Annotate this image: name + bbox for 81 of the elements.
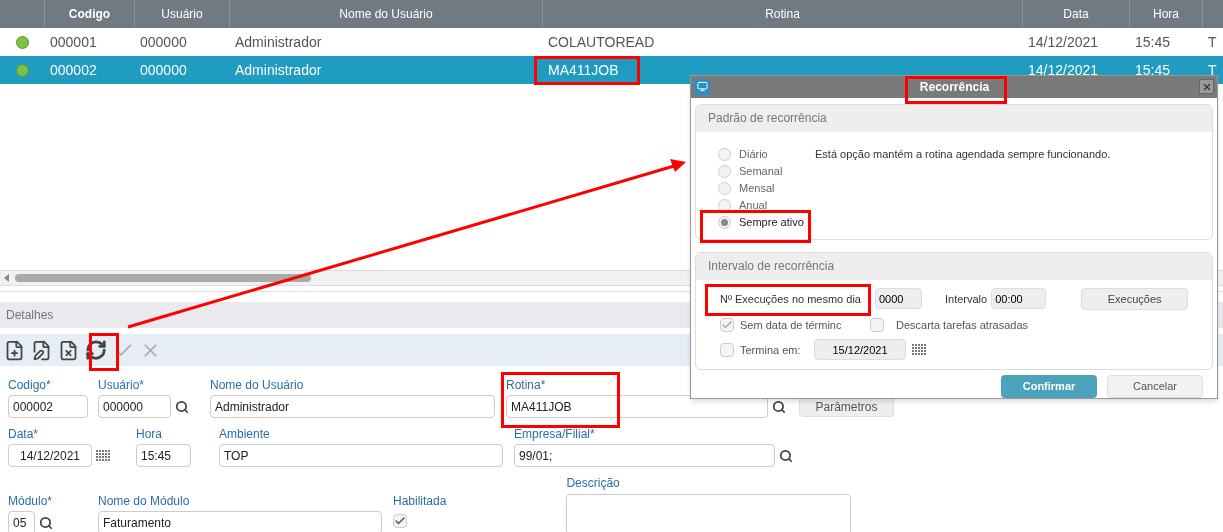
input-field[interactable]: Administrador xyxy=(210,395,495,418)
field-label: Ambiente xyxy=(219,427,271,441)
table-cell: 000000 xyxy=(140,61,187,78)
scrollbar-thumb[interactable] xyxy=(15,274,311,282)
field-label: Descrição xyxy=(566,476,621,490)
panel-title: Intervalo de recorrência xyxy=(708,258,835,276)
radio-button[interactable] xyxy=(718,215,731,229)
highlight-annotation xyxy=(89,333,119,371)
executions-button[interactable]: Execuções xyxy=(1081,287,1188,310)
input-field[interactable]: Faturamento xyxy=(98,511,382,532)
parameters-button[interactable]: Parâmetros xyxy=(799,397,894,417)
input-field[interactable]: 0000 xyxy=(875,288,922,310)
checkbox-label: Sem data de términc xyxy=(740,317,843,333)
radio-label: Anual xyxy=(739,198,768,214)
field-label: Nome do Módulo xyxy=(98,494,191,508)
checkbox[interactable] xyxy=(393,514,407,528)
panel-title: Padrão de recorrência xyxy=(708,110,827,128)
input-field[interactable]: 14/12/2021 xyxy=(8,444,92,467)
table-cell: 14/12/2021 xyxy=(1028,33,1099,50)
description-field[interactable] xyxy=(566,494,852,532)
field-label: Data* xyxy=(8,427,40,441)
radio-button[interactable] xyxy=(718,164,731,178)
field-label: Empresa/Filial* xyxy=(514,427,596,441)
table-cell: 000001 xyxy=(50,33,97,50)
calendar-icon[interactable] xyxy=(912,343,926,356)
input-field[interactable]: 99/01; xyxy=(514,444,775,467)
close-button[interactable] xyxy=(1199,79,1214,95)
field-label: Intervalo xyxy=(945,291,988,307)
table-cell: Administrador xyxy=(235,33,322,50)
table-cell: 14/12/2021 xyxy=(1028,61,1099,78)
field-label: Codigo* xyxy=(8,378,52,392)
field-label: Nº Execuções no mesmo dia xyxy=(720,291,861,307)
table-cell: T xyxy=(1208,61,1217,78)
table-cell: T xyxy=(1208,33,1217,50)
checkbox[interactable] xyxy=(720,318,734,333)
input-field[interactable]: TOP xyxy=(219,444,503,467)
field-label: Usuário* xyxy=(98,378,146,392)
field-label: Nome do Usuário xyxy=(210,378,305,392)
input-field[interactable]: MA411JOB xyxy=(506,395,768,418)
field-label: Módulo* xyxy=(8,494,53,508)
radio-label: Mensal xyxy=(739,181,775,197)
checkbox[interactable] xyxy=(870,318,884,333)
delete-document-icon[interactable] xyxy=(58,339,79,361)
radio-button[interactable] xyxy=(718,147,731,161)
input-field[interactable]: 05 xyxy=(8,511,35,532)
checkbox[interactable] xyxy=(720,342,734,357)
input-field[interactable]: 15:45 xyxy=(136,444,191,467)
search-icon[interactable] xyxy=(39,515,53,530)
edit-document-icon[interactable] xyxy=(31,339,52,361)
close-icon xyxy=(1201,81,1212,92)
table-cell: 15:45 xyxy=(1135,61,1171,78)
field-label: Rotina* xyxy=(506,378,547,392)
field-label: Hora xyxy=(136,427,163,441)
option-description: Está opção mantém a rotina agendada sempre funcionando. xyxy=(815,146,1111,162)
input-field[interactable]: 000002 xyxy=(8,395,88,418)
add-document-icon[interactable] xyxy=(4,339,25,361)
table-cell: MA411JOB xyxy=(548,61,619,78)
calendar-icon[interactable] xyxy=(96,449,110,462)
field-label: Habilitada xyxy=(393,494,447,508)
checkbox-label: Descarta tarefas atrasadas xyxy=(896,317,1029,333)
radio-label: Semanal xyxy=(739,164,783,180)
radio-label: Diário xyxy=(739,147,768,163)
table-cell: 000000 xyxy=(140,33,187,50)
search-icon[interactable] xyxy=(779,448,793,463)
table-cell: Administrador xyxy=(235,61,322,78)
window-icon xyxy=(696,81,708,93)
table-cell: COLAUTOREAD xyxy=(548,33,655,50)
radio-label: Sempre ativo xyxy=(739,215,804,231)
scroll-left-arrow-icon[interactable] xyxy=(4,274,9,282)
input-field[interactable]: 00:00 xyxy=(991,288,1047,310)
refresh-icon[interactable] xyxy=(85,339,107,361)
search-icon[interactable] xyxy=(175,399,189,414)
input-field[interactable]: 000000 xyxy=(98,395,171,418)
cancel-button[interactable]: Cancelar xyxy=(1107,375,1203,398)
table-cell: 15:45 xyxy=(1135,33,1171,50)
checkbox-label: Termina em: xyxy=(740,342,802,358)
radio-button[interactable] xyxy=(718,181,731,195)
table-cell: 000002 xyxy=(50,61,97,78)
date-field[interactable]: 15/12/2021 xyxy=(814,339,906,361)
section-title: Detalhes xyxy=(6,307,54,324)
search-icon[interactable] xyxy=(772,399,786,414)
